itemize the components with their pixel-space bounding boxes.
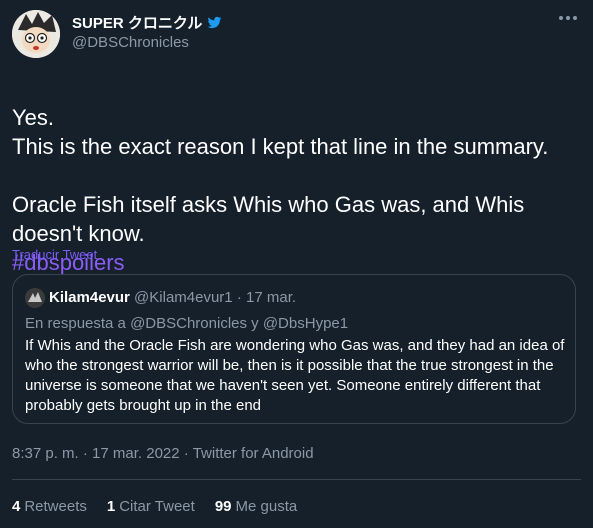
divider <box>12 479 581 480</box>
more-options-icon[interactable] <box>559 16 577 20</box>
tweet-meta: 8:37 p. m. · 17 mar. 2022 · Twitter for … <box>12 445 314 462</box>
quoted-avatar-image <box>25 288 45 308</box>
bird-icon <box>208 16 222 29</box>
quoted-text: If Whis and the Oracle Fish are wonderin… <box>25 337 565 414</box>
translate-tweet-link[interactable]: Traducir Tweet <box>12 247 97 262</box>
meta-separator-2: · <box>183 445 189 462</box>
tweet-date[interactable]: 17 mar. 2022 <box>92 445 180 462</box>
likes-count: 99 <box>214 498 232 515</box>
retweets-stat[interactable]: 4 Retweets <box>12 498 87 515</box>
likes-stat[interactable]: 99 Me gusta <box>215 498 297 515</box>
likes-label: Me gusta <box>235 498 298 515</box>
quoted-date: 17 mar. <box>246 289 297 306</box>
quoted-separator: · <box>236 289 242 306</box>
retweets-label: Retweets <box>24 498 87 515</box>
retweets-count: 4 <box>12 498 21 515</box>
author-avatar[interactable] <box>12 10 60 58</box>
quoted-reply-to: En respuesta a @DBSChronicles y @DbsHype… <box>25 315 349 332</box>
quote-tweets-stat[interactable]: 1 Citar Tweet <box>107 498 195 515</box>
meta-separator: · <box>82 445 88 462</box>
author-name[interactable]: SUPER クロニクル <box>72 12 202 33</box>
tweet-source[interactable]: Twitter for Android <box>193 445 314 462</box>
quoted-tweet[interactable]: Kilam4evur @Kilam4evur1 · 17 mar. En res… <box>12 274 576 424</box>
tweet-text: Yes. This is the exact reason I kept tha… <box>12 74 582 306</box>
quotes-count: 1 <box>106 498 116 515</box>
tweet-time[interactable]: 8:37 p. m. <box>12 445 79 462</box>
author-handle[interactable]: @DBSChronicles <box>72 34 189 51</box>
quotes-label: Citar Tweet <box>119 498 195 515</box>
quoted-author-name: Kilam4evur <box>49 289 130 306</box>
avatar-image <box>12 10 60 58</box>
engagement-stats: 4 Retweets 1 Citar Tweet 99 Me gusta <box>12 498 297 515</box>
hashtag-link[interactable]: #dbspoilers <box>12 248 582 277</box>
tweet-body: Yes. This is the exact reason I kept tha… <box>12 105 549 246</box>
quoted-header: Kilam4evur @Kilam4evur1 · 17 mar. <box>49 289 296 306</box>
quoted-author-handle: @Kilam4evur1 <box>134 289 233 306</box>
quoted-avatar <box>25 288 45 308</box>
